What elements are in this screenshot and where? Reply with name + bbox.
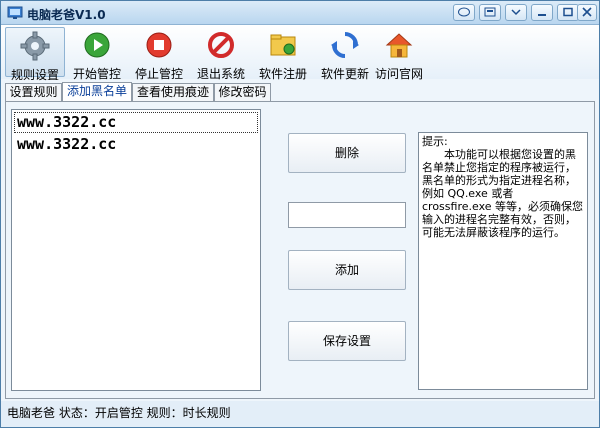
toolbar-label: 退出系统: [196, 67, 245, 81]
toolbar-register[interactable]: 软件注册: [253, 27, 313, 81]
window-title: 电脑老爸V1.0: [27, 8, 106, 22]
tab-view-usage-traces[interactable]: 查看使用痕迹: [132, 83, 214, 101]
delete-button[interactable]: 删除: [288, 133, 406, 173]
menu-icon: [511, 9, 521, 16]
toolbar-label: 软件注册: [258, 67, 307, 81]
chat-button[interactable]: [453, 4, 475, 21]
chat-icon: [458, 7, 470, 17]
toolbar-start-control[interactable]: 开始管控: [67, 27, 127, 81]
toolbar-label: 访问官网: [374, 67, 423, 81]
play-icon: [84, 32, 110, 58]
app-window: 电脑老爸V1.0 规则设置 开始管控 停止管控 退出系统 软件注册 软件更新 访…: [0, 0, 600, 428]
title-bar[interactable]: 电脑老爸V1.0: [1, 1, 599, 25]
skin-button[interactable]: [479, 4, 501, 21]
tip-box: 提示: 本功能可以根据您设置的黑名单禁止您指定的程序被运行，黑名单的形式为指定进…: [418, 132, 588, 390]
toolbar-label: 停止管控: [134, 67, 183, 81]
toolbar-label: 规则设置: [10, 68, 59, 82]
list-item[interactable]: www.3322.cc: [15, 135, 260, 154]
maximize-icon: [563, 7, 573, 17]
toolbar-rules-setting[interactable]: 规则设置: [5, 27, 65, 82]
add-button[interactable]: 添加: [288, 250, 406, 290]
tab-add-blacklist[interactable]: 添加黑名单: [62, 82, 132, 102]
toolbar-stop-control[interactable]: 停止管控: [129, 27, 189, 81]
process-name-input[interactable]: [288, 202, 406, 228]
close-button[interactable]: [577, 4, 597, 21]
home-icon: [385, 33, 413, 58]
close-icon: [582, 7, 592, 17]
maximize-button[interactable]: [557, 4, 579, 21]
tip-text: 本功能可以根据您设置的黑名单禁止您指定的程序被运行，黑名单的形式为指定进程名称，…: [422, 148, 584, 239]
skin-icon: [484, 7, 496, 17]
minimize-button[interactable]: [531, 4, 553, 21]
blacklist-panel: www.3322.cc www.3322.cc 删除 添加 保存设置 提示: 本…: [5, 101, 595, 399]
toolbar-visit-website[interactable]: 访问官网: [369, 27, 429, 81]
menu-button[interactable]: [505, 4, 527, 21]
status-bar: 电脑老爸 状态：开启管控 规则：时长规则: [1, 401, 599, 427]
toolbar-update[interactable]: 软件更新: [315, 27, 375, 81]
save-settings-button[interactable]: 保存设置: [288, 321, 406, 361]
app-logo-icon: [7, 6, 23, 19]
toolbar-label: 软件更新: [320, 67, 369, 81]
blacklist-list[interactable]: www.3322.cc www.3322.cc: [11, 109, 261, 391]
gear-icon: [20, 31, 50, 61]
tab-change-password[interactable]: 修改密码: [214, 83, 271, 101]
toolbar-exit-system[interactable]: 退出系统: [191, 27, 251, 81]
status-text: 电脑老爸 状态：开启管控 规则：时长规则: [7, 406, 231, 420]
refresh-icon: [331, 32, 359, 58]
tab-set-rules[interactable]: 设置规则: [5, 83, 62, 101]
minimize-icon: [538, 14, 546, 16]
exit-icon: [208, 32, 234, 58]
register-icon: [270, 34, 296, 56]
toolbar-label: 开始管控: [72, 67, 121, 81]
list-item[interactable]: www.3322.cc: [14, 112, 258, 133]
stop-icon: [146, 32, 172, 58]
tip-title: 提示:: [422, 135, 448, 148]
main-toolbar: 规则设置 开始管控 停止管控 退出系统 软件注册 软件更新 访问官网: [1, 25, 599, 82]
